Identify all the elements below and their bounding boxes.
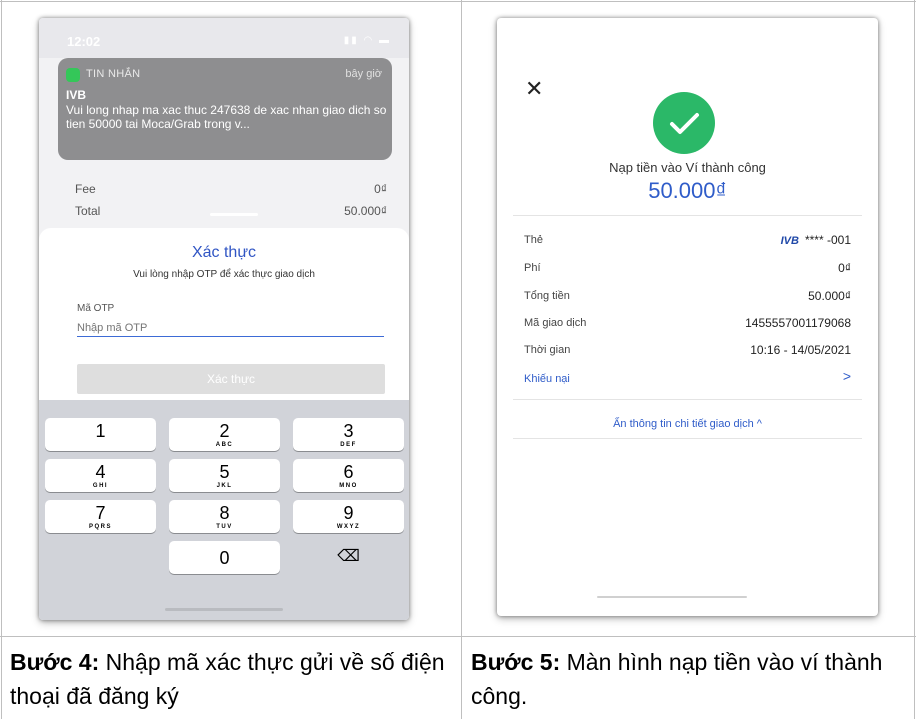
card-label: Thẻ bbox=[524, 234, 543, 246]
key-letters: JKL bbox=[216, 483, 233, 489]
key-digit: 8 bbox=[219, 503, 230, 523]
key-digit: 2 bbox=[219, 421, 230, 441]
home-indicator bbox=[165, 608, 283, 611]
otp-screen: 12:02 ▮▮ ◠ ▬ 50.000 TIN NHẮN bây giờ IVB… bbox=[39, 18, 409, 620]
fee-value: 0₫ bbox=[838, 261, 851, 275]
key-digit: 5 bbox=[219, 462, 230, 482]
divider bbox=[513, 215, 862, 216]
total-label: Tổng tiền bbox=[524, 290, 570, 302]
key-0[interactable]: 0 bbox=[169, 541, 280, 574]
transaction-id-value: 1455557001179068 bbox=[745, 316, 851, 330]
status-bar: 12:02 ▮▮ ◠ ▬ bbox=[39, 18, 409, 58]
notification-sender: IVB bbox=[66, 88, 87, 102]
success-title: Nạp tiền vào Ví thành công bbox=[609, 160, 766, 175]
caption-step-5: Bước 5: Màn hình nạp tiền vào ví thành c… bbox=[471, 645, 911, 713]
notification-app-name: TIN NHẮN bbox=[86, 68, 141, 80]
step-4-label: Bước 4: bbox=[10, 649, 100, 675]
signal-wifi-battery-icon: ▮▮ ◠ ▬ bbox=[343, 35, 391, 46]
total-value: 50.000₫ bbox=[808, 289, 851, 303]
key-digit: 4 bbox=[95, 462, 106, 482]
key-letters: GHI bbox=[92, 483, 109, 489]
key-digit: 0 bbox=[219, 548, 230, 568]
otp-input[interactable] bbox=[77, 319, 384, 337]
key-digit: 3 bbox=[343, 421, 354, 441]
key-5[interactable]: 5 JKL bbox=[169, 459, 280, 492]
otp-sheet: Xác thực Vui lòng nhập OTP để xác thực g… bbox=[39, 228, 409, 408]
key-letters: ABC bbox=[215, 442, 234, 448]
numeric-keypad: 1 2 ABC 3 DEF 4 GHI 5 JKL 6 MNO 7 PQRS 8 TUV 9W… bbox=[39, 400, 409, 620]
table-border-caption bbox=[0, 636, 916, 637]
key-9[interactable]: 9 WXYZ bbox=[293, 500, 404, 533]
key-digit: 9 bbox=[343, 503, 354, 523]
key-letters: PQRS bbox=[88, 524, 112, 530]
table-border-middle bbox=[461, 0, 462, 719]
step-5-label: Bước 5: bbox=[471, 649, 561, 675]
messages-app-icon bbox=[66, 68, 80, 82]
key-6[interactable]: 6 MNO bbox=[293, 459, 404, 492]
table-border-left bbox=[1, 0, 2, 719]
key-2[interactable]: 2 ABC bbox=[169, 418, 280, 451]
sheet-grab-handle[interactable] bbox=[210, 213, 258, 216]
total-value: 50.000₫ bbox=[344, 204, 387, 218]
table-border-right bbox=[914, 0, 915, 719]
key-7[interactable]: 7 PQRS bbox=[45, 500, 156, 533]
key-digit: 6 bbox=[343, 462, 354, 482]
status-time: 12:02 bbox=[67, 34, 101, 49]
fee-label: Fee bbox=[75, 182, 96, 196]
verify-button[interactable]: Xác thực bbox=[77, 364, 385, 394]
notification-message: Vui long nhap ma xac thuc 247638 de xac … bbox=[66, 103, 387, 131]
key-digit: 7 bbox=[95, 503, 106, 523]
bank-logo: IVB bbox=[780, 235, 799, 247]
key-letters: MNO bbox=[339, 483, 358, 489]
time-value: 10:16 - 14/05/2021 bbox=[750, 343, 851, 357]
card-number: **** -001 bbox=[804, 233, 851, 247]
key-1[interactable]: 1 bbox=[45, 418, 156, 451]
document-table: 12:02 ▮▮ ◠ ▬ 50.000 TIN NHẮN bây giờ IVB… bbox=[0, 0, 916, 719]
fee-value: 0₫ bbox=[374, 182, 387, 196]
sheet-subtitle: Vui lòng nhập OTP để xác thực giao dịch bbox=[133, 269, 315, 280]
key-3[interactable]: 3 DEF bbox=[293, 418, 404, 451]
caption-step-4: Bước 4: Nhập mã xác thực gửi về số điện … bbox=[10, 645, 455, 713]
complaint-link[interactable]: Khiếu nại bbox=[524, 373, 570, 385]
chevron-right-icon[interactable]: > bbox=[843, 368, 851, 384]
backspace-icon: ⌫ bbox=[337, 548, 360, 565]
hide-details-toggle[interactable]: Ẩn thông tin chi tiết giao dịch ^ bbox=[497, 418, 878, 430]
key-digit: 1 bbox=[95, 421, 106, 441]
backspace-key[interactable]: ⌫ bbox=[293, 541, 404, 574]
table-border-top bbox=[0, 1, 916, 2]
success-screen: ✕ Nạp tiền vào Ví thành công 50.000₫ Thẻ… bbox=[497, 18, 878, 616]
sheet-title: Xác thực bbox=[191, 244, 257, 261]
divider bbox=[513, 438, 862, 439]
key-letters: WXYZ bbox=[336, 524, 361, 530]
home-indicator bbox=[597, 596, 747, 598]
success-check-icon bbox=[653, 92, 715, 154]
time-label: Thời gian bbox=[524, 344, 571, 356]
total-label: Total bbox=[75, 204, 101, 218]
key-4[interactable]: 4 GHI bbox=[45, 459, 156, 492]
key-letters: TUV bbox=[216, 524, 233, 530]
sms-notification[interactable]: TIN NHẮN bây giờ IVB Vui long nhap ma xa… bbox=[58, 58, 392, 160]
transaction-id-label: Mã giao dịch bbox=[524, 317, 587, 329]
notification-time: bây giờ bbox=[345, 68, 382, 80]
otp-field-label: Mã OTP bbox=[77, 303, 115, 314]
success-amount: 50.000₫ bbox=[648, 178, 727, 203]
close-icon[interactable]: ✕ bbox=[525, 76, 543, 102]
divider bbox=[513, 399, 862, 400]
card-value: IVB **** -001 bbox=[781, 233, 851, 247]
key-letters: DEF bbox=[340, 442, 357, 448]
key-8[interactable]: 8 TUV bbox=[169, 500, 280, 533]
fee-label: Phí bbox=[524, 262, 541, 274]
